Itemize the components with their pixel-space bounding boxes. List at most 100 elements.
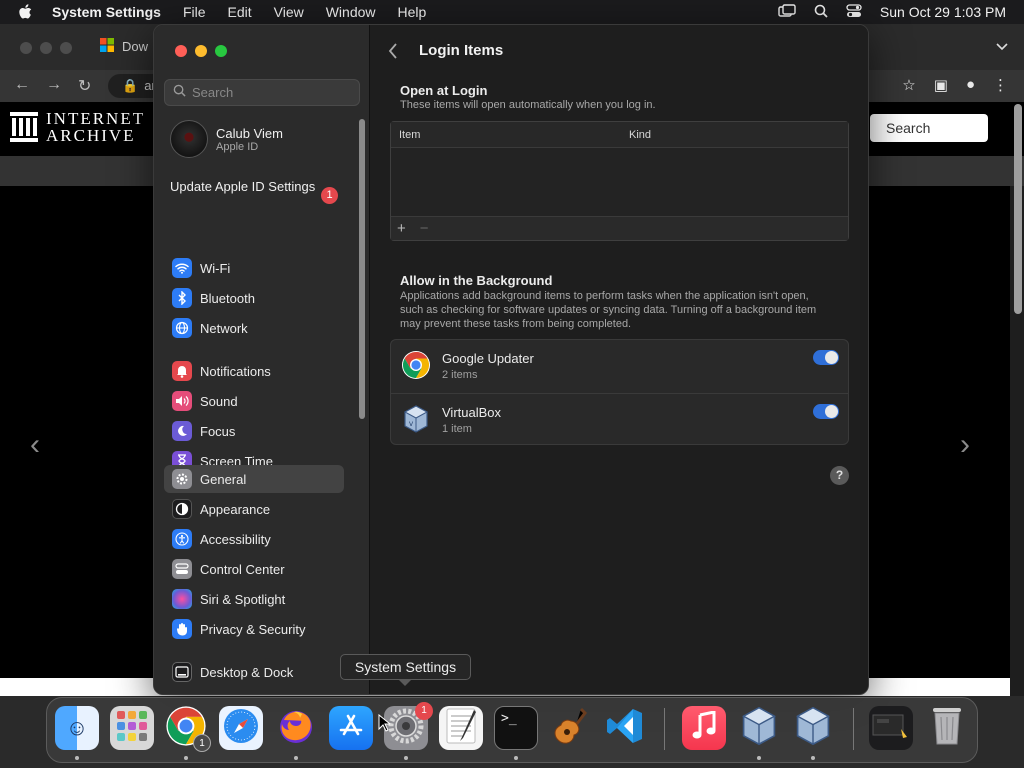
site-search-box[interactable]: Search (870, 114, 988, 142)
column-item[interactable]: Item (399, 129, 420, 141)
list-item: Google Updater 2 items (391, 340, 848, 392)
search-input[interactable] (192, 85, 352, 100)
dock-safari[interactable] (219, 706, 263, 750)
sidebar-item-privacy-security[interactable]: Privacy & Security (164, 615, 344, 643)
help-button[interactable]: ? (830, 466, 849, 485)
site-search-label: Search (886, 120, 931, 136)
dock-launchpad[interactable] (110, 706, 154, 750)
menu-app-name[interactable]: System Settings (52, 4, 161, 20)
safari-compass-icon (222, 707, 260, 750)
sidebar-item-wifi[interactable]: Wi-Fi (164, 254, 344, 282)
list-item: V VirtualBox 1 item (391, 393, 848, 445)
music-note-icon (691, 709, 717, 746)
sidebar-item-control-center[interactable]: Control Center (164, 555, 344, 583)
more-menu-icon[interactable]: ⋮ (993, 76, 1008, 94)
sidebar-item-general[interactable]: General (164, 465, 344, 493)
sidebar-item-accessibility[interactable]: Accessibility (164, 525, 344, 553)
sidebar-item-network[interactable]: Network (164, 314, 344, 342)
globe-icon (172, 318, 192, 338)
internet-archive-logo[interactable]: INTERNET ARCHIVE (10, 110, 145, 144)
previous-arrow-icon[interactable]: ‹ (30, 428, 40, 462)
side-panel-icon[interactable]: ▣ (934, 76, 948, 94)
dock-virtualbox-2[interactable] (791, 706, 835, 750)
spotlight-search-icon[interactable] (814, 4, 828, 21)
menu-help[interactable]: Help (398, 4, 427, 20)
dock-separator (853, 708, 854, 750)
sidebar-item-label: Siri & Spotlight (200, 591, 286, 607)
virtualbox-toggle[interactable] (813, 404, 839, 419)
finder-icon: ☺ (65, 715, 89, 740)
sidebar-item-label: Desktop & Dock (200, 664, 294, 680)
appearance-icon (172, 499, 192, 519)
dock-garageband[interactable] (549, 706, 593, 750)
close-button[interactable] (175, 45, 187, 57)
table-footer: + − (391, 216, 848, 240)
screen-mirroring-icon[interactable] (778, 3, 796, 21)
menu-clock[interactable]: Sun Oct 29 1:03 PM (880, 4, 1006, 20)
menu-file[interactable]: File (183, 4, 206, 20)
back-chevron-icon[interactable] (388, 41, 404, 61)
bluetooth-icon (172, 288, 192, 308)
dock-tooltip: System Settings (340, 654, 471, 680)
sidebar-item-bluetooth[interactable]: Bluetooth (164, 284, 344, 312)
sidebar-item-label: General (200, 471, 247, 487)
browser-tab[interactable]: Dow (100, 38, 148, 55)
sidebar-item-appearance[interactable]: Appearance (164, 495, 344, 523)
dock-app-store[interactable] (329, 706, 373, 750)
dock-vscode[interactable] (603, 706, 647, 750)
control-center-icon[interactable] (846, 3, 862, 21)
dock-running-dot (184, 756, 188, 760)
apple-id-profile[interactable]: Calub Viem Apple ID (170, 120, 283, 158)
dock-terminal[interactable]: >_ (494, 706, 538, 750)
browser-window-controls (20, 42, 72, 54)
dock-virtualbox-1[interactable] (737, 706, 781, 750)
update-badge: 1 (321, 187, 338, 204)
sidebar-item-siri-spotlight[interactable]: Siri & Spotlight (164, 585, 344, 613)
sidebar-item-focus[interactable]: Focus (164, 417, 344, 445)
sidebar-scrollbar[interactable] (359, 119, 365, 419)
dock-finder[interactable]: ☺ (55, 706, 99, 750)
dock-running-dot (757, 756, 761, 760)
next-arrow-icon[interactable]: › (960, 428, 970, 462)
menu-view[interactable]: View (274, 4, 304, 20)
dock-music[interactable] (682, 706, 726, 750)
virtualbox-icon (738, 705, 780, 752)
reload-icon[interactable]: ↻ (78, 76, 91, 96)
dock-textedit[interactable] (439, 706, 483, 750)
add-login-item-button[interactable]: + (397, 220, 406, 237)
sidebar-item-label: Notifications (200, 363, 271, 379)
forward-arrow-icon[interactable]: → (46, 76, 62, 94)
sidebar-item-sound[interactable]: Sound (164, 387, 344, 415)
google-updater-toggle[interactable] (813, 350, 839, 365)
browser-tab-title: Dow (122, 39, 149, 54)
mouse-pointer-icon (378, 713, 392, 737)
background-item-count: 2 items (442, 369, 478, 381)
zoom-button[interactable] (215, 45, 227, 57)
menu-edit[interactable]: Edit (228, 4, 252, 20)
sidebar-item-label: Focus (200, 423, 236, 439)
column-kind[interactable]: Kind (629, 129, 651, 141)
dock-trash[interactable] (925, 706, 969, 750)
back-arrow-icon[interactable]: ← (14, 76, 30, 94)
profile-icon[interactable]: ● (966, 76, 975, 94)
dock-downloads-stack[interactable] (869, 706, 913, 750)
open-at-login-title: Open at Login (400, 83, 488, 98)
sidebar-item-notifications[interactable]: Notifications (164, 357, 344, 385)
dock-firefox[interactable] (274, 706, 318, 750)
open-at-login-description: These items will open automatically when… (400, 99, 656, 111)
siri-icon (172, 589, 192, 609)
sidebar-item-desktop-dock[interactable]: Desktop & Dock (164, 658, 344, 686)
minimize-button[interactable] (195, 45, 207, 57)
menu-window[interactable]: Window (326, 4, 376, 20)
tab-list-chevron-icon[interactable] (996, 40, 1008, 54)
apple-menu-icon[interactable] (18, 4, 36, 20)
bookmark-star-icon[interactable]: ☆ (902, 76, 915, 94)
firefox-icon (276, 706, 316, 751)
remove-login-item-button[interactable]: − (420, 220, 429, 237)
profile-subtitle: Apple ID (216, 140, 259, 153)
chrome-download-badge: 1 (193, 734, 211, 752)
sidebar-search (164, 79, 360, 106)
gear-icon (172, 469, 192, 489)
dock-icon (172, 662, 192, 682)
browser-scrollbar[interactable] (1014, 104, 1022, 314)
